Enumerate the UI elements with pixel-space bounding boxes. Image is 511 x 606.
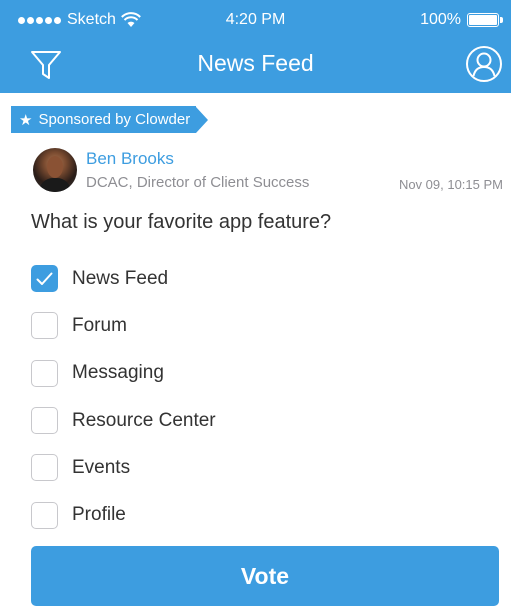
profile-icon[interactable] [465, 45, 503, 83]
nav-bar: News Feed [0, 40, 511, 93]
poll-option-messaging[interactable]: Messaging [31, 350, 491, 397]
battery-percent: 100% [420, 11, 461, 28]
checkbox[interactable] [31, 407, 58, 435]
avatar[interactable] [33, 148, 77, 192]
author-role: DCAC, Director of Client Success [86, 174, 310, 191]
checkbox[interactable] [31, 501, 58, 529]
poll-question: What is your favorite app feature? [31, 211, 332, 233]
option-label: Resource Center [72, 409, 216, 431]
poll-option-profile[interactable]: Profile [31, 491, 491, 538]
battery-status: 100% [420, 11, 503, 29]
page-title: News Feed [197, 50, 314, 76]
poll-options: News Feed Forum Messaging Resource Cente… [31, 255, 491, 539]
poll-option-resource-center[interactable]: Resource Center [31, 397, 491, 444]
post-timestamp: Nov 09, 10:15 PM [398, 177, 503, 192]
battery-fill [469, 15, 497, 25]
checkbox[interactable] [31, 359, 58, 387]
star-icon: ★ [19, 111, 33, 129]
option-label: News Feed [72, 267, 169, 289]
checkbox[interactable] [31, 312, 58, 340]
vote-button[interactable]: Vote [31, 546, 499, 606]
status-bar: Sketch 4:20 PM 100% [0, 0, 511, 40]
poll-option-forum[interactable]: Forum [31, 302, 491, 349]
option-label: Forum [72, 314, 127, 336]
option-label: Messaging [72, 362, 164, 384]
sponsor-label: Sponsored by Clowder [38, 111, 191, 128]
checkmark-icon [36, 272, 53, 285]
battery-icon [467, 13, 503, 27]
option-label: Profile [72, 504, 126, 526]
top-bar: Sketch 4:20 PM 100% News Feed [0, 0, 511, 93]
author-name[interactable]: Ben Brooks [86, 149, 174, 169]
post-author: Ben Brooks DCAC, Director of Client Succ… [33, 148, 503, 194]
checkbox[interactable] [31, 454, 58, 482]
poll-option-events[interactable]: Events [31, 444, 491, 491]
option-label: Events [72, 456, 131, 478]
poll-option-news-feed[interactable]: News Feed [31, 255, 491, 302]
checkbox[interactable] [31, 265, 58, 293]
sponsored-badge: ★ Sponsored by Clowder [11, 106, 209, 133]
